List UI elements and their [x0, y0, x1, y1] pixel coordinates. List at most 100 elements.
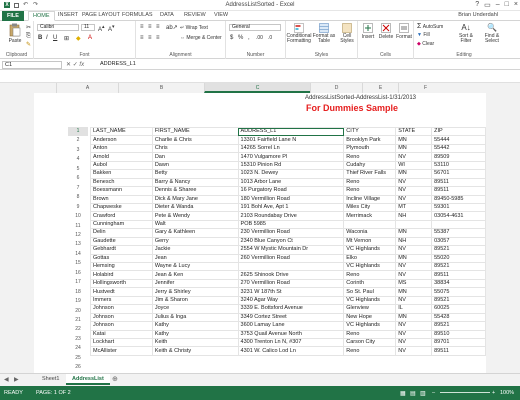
row-header[interactable]: 23: [68, 335, 88, 344]
increase-decimal-icon[interactable]: .00: [256, 35, 263, 41]
column-header-f[interactable]: F: [398, 83, 452, 93]
cell[interactable]: 89511: [431, 346, 486, 356]
cell[interactable]: NV: [395, 152, 433, 162]
row-header[interactable]: 7: [68, 184, 88, 193]
cell[interactable]: Thief River Falls: [343, 169, 397, 179]
cell[interactable]: Anderson: [90, 135, 153, 145]
row-header[interactable]: 3: [68, 146, 88, 155]
cell[interactable]: Dan: [151, 152, 239, 162]
cell[interactable]: Cudahy: [343, 160, 397, 171]
row-header[interactable]: 12: [68, 231, 88, 240]
cell[interactable]: Glenview: [343, 304, 397, 314]
delete-cells-button[interactable]: Delete: [377, 23, 395, 40]
cell[interactable]: Reno: [343, 329, 397, 339]
zoom-level[interactable]: 100%: [500, 390, 514, 396]
column-heading-cell[interactable]: ADDRESS_L1: [237, 126, 345, 137]
cell[interactable]: Jennifer: [151, 278, 239, 289]
maximize-icon[interactable]: □: [505, 1, 509, 9]
cell[interactable]: Kathy: [151, 329, 239, 339]
minimize-icon[interactable]: –: [496, 1, 500, 9]
cell[interactable]: 3240 Agar Way: [237, 295, 345, 306]
font-size-combo[interactable]: 11: [81, 24, 95, 31]
cell[interactable]: MT: [395, 202, 433, 213]
comma-icon[interactable]: ,: [248, 35, 250, 41]
cell[interactable]: 2554 W Mystic Mountain Dr: [237, 245, 345, 255]
cell[interactable]: MN: [395, 169, 433, 179]
cell[interactable]: Immers: [90, 295, 153, 306]
cell[interactable]: 4301 W. Calico Lod Ln: [237, 346, 345, 356]
cell[interactable]: [395, 219, 433, 230]
cell[interactable]: 180 Vermillion Road: [237, 194, 345, 204]
align-center-icon[interactable]: ≡: [148, 35, 152, 41]
sheet-tab-sheet1[interactable]: Sheet1: [36, 374, 65, 385]
cell[interactable]: Mt Vernon: [343, 236, 397, 247]
cell[interactable]: 14265 Sorrel Ln: [237, 143, 345, 154]
view-normal-icon[interactable]: ▦: [400, 390, 406, 397]
cell[interactable]: 1470 Vulgamore Pl: [237, 152, 345, 162]
cell[interactable]: Dawn: [151, 160, 239, 171]
cell[interactable]: NH: [395, 211, 433, 221]
cell[interactable]: 89510: [431, 329, 486, 339]
cell[interactable]: Aubol: [90, 160, 153, 171]
cell[interactable]: [431, 219, 486, 230]
cell[interactable]: MN: [395, 228, 433, 238]
cell[interactable]: 3600 Lamay Lane: [237, 321, 345, 331]
cell[interactable]: NV: [395, 329, 433, 339]
cell[interactable]: 2103 Roundabay Drive: [237, 211, 345, 221]
percent-icon[interactable]: %: [238, 35, 243, 41]
row-header[interactable]: 16: [68, 269, 88, 278]
underline-icon[interactable]: U: [53, 35, 57, 41]
enter-icon[interactable]: ✓: [73, 62, 78, 68]
cell[interactable]: Jim & Sharon: [151, 295, 239, 306]
cell[interactable]: 15310 Pinion Rd: [237, 160, 345, 171]
bold-icon[interactable]: B: [38, 35, 42, 41]
row-header[interactable]: 1: [68, 127, 88, 137]
cell[interactable]: MN: [395, 143, 433, 154]
column-heading-cell[interactable]: ZIP: [431, 126, 486, 137]
row-header[interactable]: 8: [68, 193, 88, 202]
cell[interactable]: 55442: [431, 143, 486, 154]
cell[interactable]: Brown: [90, 194, 153, 204]
shrink-font-icon[interactable]: A▾: [108, 24, 115, 33]
cell[interactable]: 89511: [431, 186, 486, 196]
cell[interactable]: Waconia: [343, 228, 397, 238]
zoom-out-icon[interactable]: –: [432, 390, 435, 396]
align-right-icon[interactable]: ≡: [156, 35, 160, 41]
cell[interactable]: Arnold: [90, 152, 153, 162]
cell[interactable]: 89511: [431, 177, 486, 188]
sort-filter-button[interactable]: A↓ Sort & Filter: [454, 23, 478, 44]
cell[interactable]: New Hope: [343, 312, 397, 323]
sheet-tab-addresslist[interactable]: AddressList: [66, 374, 110, 385]
column-heading-cell[interactable]: CITY: [343, 126, 397, 137]
copy-icon[interactable]: ⎘: [26, 33, 31, 40]
cell[interactable]: NV: [395, 337, 433, 348]
currency-icon[interactable]: $: [230, 35, 233, 41]
cell[interactable]: Gary & Kathleen: [151, 228, 239, 238]
cell[interactable]: Keith & Christy: [151, 346, 239, 356]
cell[interactable]: Walt: [151, 219, 239, 230]
cell[interactable]: 2340 Blue Canyon Ct: [237, 236, 345, 247]
cell[interactable]: Pete & Wendy: [151, 211, 239, 221]
number-format-combo[interactable]: General: [229, 24, 281, 31]
cell[interactable]: VC Highlands: [343, 261, 397, 272]
tab-file[interactable]: FILE: [2, 11, 24, 21]
cell[interactable]: Charlie & Chris: [151, 135, 239, 145]
column-heading-cell[interactable]: FIRST_NAME: [151, 126, 239, 137]
ribbon-display-icon[interactable]: ▭: [484, 1, 491, 9]
cell[interactable]: WI: [395, 160, 433, 171]
cell[interactable]: NV: [395, 261, 433, 272]
row-header[interactable]: 20: [68, 307, 88, 316]
zoom-slider[interactable]: [440, 392, 490, 393]
insert-function-icon[interactable]: fx: [79, 62, 84, 68]
cell[interactable]: Anton: [90, 143, 153, 154]
cell[interactable]: Reno: [343, 152, 397, 162]
cancel-icon[interactable]: ✕: [66, 62, 71, 68]
cell[interactable]: NV: [395, 177, 433, 188]
fill-color-icon[interactable]: ◆: [76, 35, 81, 42]
format-as-table-button[interactable]: Format as Table: [312, 23, 336, 44]
cell[interactable]: Corinth: [343, 278, 397, 289]
cell-styles-button[interactable]: Cell Styles: [336, 23, 358, 44]
cell[interactable]: MS: [395, 278, 433, 289]
cell[interactable]: Reno: [343, 177, 397, 188]
cell[interactable]: Reno: [343, 270, 397, 280]
